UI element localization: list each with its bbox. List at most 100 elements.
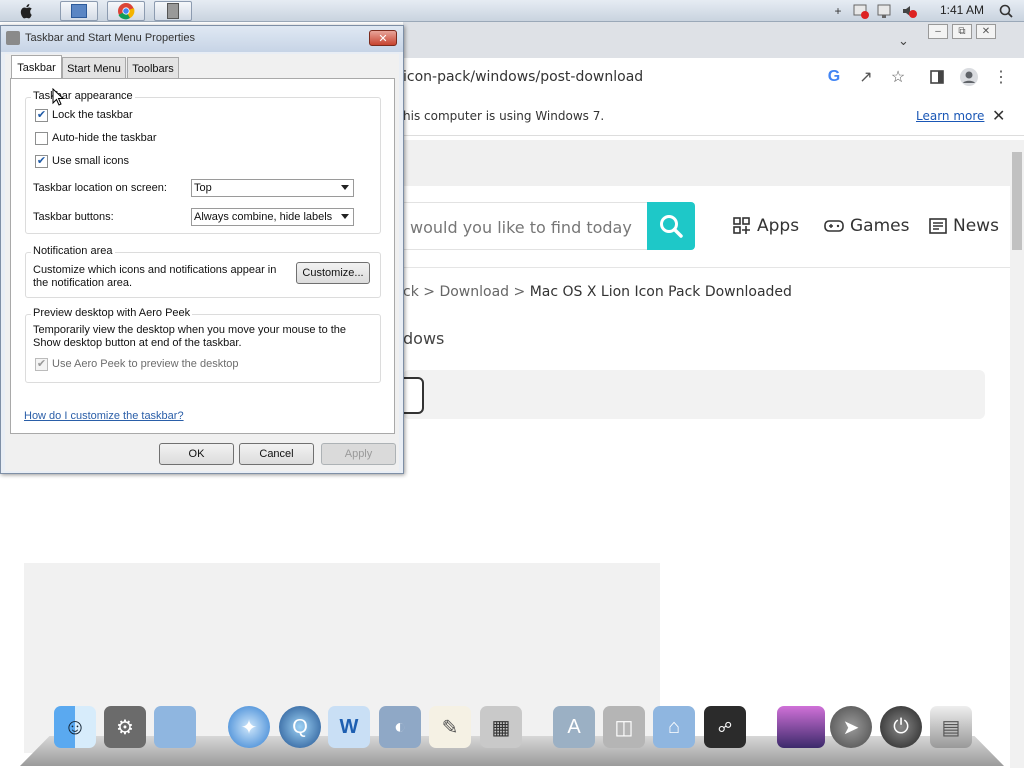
help-link[interactable]: How do I customize the taskbar? [24, 410, 184, 422]
autohide-taskbar-label[interactable]: Auto-hide the taskbar [52, 132, 157, 144]
breadcrumb-sep1: > [423, 284, 435, 300]
trash-icon[interactable]: ▤ [930, 706, 972, 748]
cancel-button[interactable]: Cancel [239, 443, 314, 465]
restore-button[interactable]: ⧉ [952, 24, 972, 39]
close-icon[interactable]: ✕ [992, 106, 1005, 126]
top-taskbar: + 1:41 AM [0, 0, 1024, 22]
close-window-button[interactable]: ✕ [976, 24, 996, 39]
textedit-icon[interactable]: ✎ [429, 706, 471, 748]
network-icon[interactable] [877, 3, 893, 19]
learn-more-link[interactable]: Learn more [916, 109, 984, 123]
profile-avatar-icon[interactable] [959, 67, 979, 87]
group-label: Notification area [31, 245, 115, 257]
group-label: Taskbar appearance [31, 90, 135, 102]
tab-start-menu[interactable]: Start Menu [62, 57, 126, 79]
small-icons-label[interactable]: Use small icons [52, 155, 129, 167]
minimize-button[interactable]: – [928, 24, 948, 39]
share-icon[interactable]: ↗ [856, 67, 876, 87]
breadcrumb: ck > Download > Mac OS X Lion Icon Pack … [403, 284, 792, 300]
mouse-cursor-icon [52, 88, 64, 106]
power-icon[interactable]: ⏻ [880, 706, 922, 748]
ok-button[interactable]: OK [159, 443, 234, 465]
site-search-placeholder: would you like to find today [410, 218, 632, 237]
buttons-select[interactable]: Always combine, hide labels [191, 208, 354, 226]
lock-taskbar-label[interactable]: Lock the taskbar [52, 109, 133, 121]
buttons-value: Always combine, hide labels [194, 211, 333, 223]
chevron-down-icon [341, 214, 349, 219]
autohide-taskbar-checkbox[interactable] [35, 132, 48, 145]
tab-taskbar[interactable]: Taskbar [11, 55, 62, 80]
gamepad-icon [824, 220, 844, 232]
nav-news[interactable]: News [929, 214, 999, 238]
window-controls: – ⧉ ✕ [928, 24, 996, 40]
apply-button[interactable]: Apply [321, 443, 396, 465]
page-subheading: dows [403, 329, 445, 348]
quicktime-icon[interactable]: Q [279, 706, 321, 748]
system-preferences-icon[interactable]: ⚙ [104, 706, 146, 748]
side-panel-icon[interactable] [927, 67, 947, 87]
google-lens-icon[interactable]: G [824, 67, 844, 87]
download-panel [403, 370, 985, 419]
small-icons-checkbox[interactable]: ✔ [35, 155, 48, 168]
url-text[interactable]: icon-pack/windows/post-download [403, 69, 643, 85]
apps-grid-icon [733, 217, 750, 234]
site-search-button[interactable] [647, 202, 695, 250]
network-blocked-icon[interactable] [853, 3, 869, 19]
nav-games[interactable]: Games [824, 214, 909, 238]
word-icon[interactable]: W [328, 706, 370, 748]
bookmark-star-icon[interactable]: ☆ [888, 67, 908, 87]
location-value: Top [194, 182, 212, 194]
chevron-down-icon [341, 185, 349, 190]
info-bar-text: his computer is using Windows 7. [403, 109, 605, 123]
photos-icon[interactable]: ◐ [379, 706, 421, 748]
dashboard-icon[interactable]: ☍ [704, 706, 746, 748]
desktop-icon[interactable] [777, 706, 825, 748]
breadcrumb-part1[interactable]: ck [403, 284, 419, 300]
add-icon[interactable]: + [830, 3, 846, 19]
location-select[interactable]: Top [191, 179, 354, 197]
page-top-strip [403, 140, 1010, 186]
safari-icon[interactable]: ✦ [228, 706, 270, 748]
calculator-icon[interactable]: ▦ [480, 706, 522, 748]
group-label: Preview desktop with Aero Peek [31, 307, 193, 319]
breadcrumb-current: Mac OS X Lion Icon Pack Downloaded [529, 284, 792, 300]
app-store-icon[interactable]: A [553, 706, 595, 748]
explorer-icon [71, 4, 87, 18]
launchpad-icon[interactable]: ➤ [830, 706, 872, 748]
aero-peek-label[interactable]: Use Aero Peek to preview the desktop [52, 358, 239, 370]
news-icon [929, 218, 947, 234]
close-icon: ✕ [378, 32, 388, 45]
customize-button[interactable]: Customize... [296, 262, 370, 284]
apple-menu-icon[interactable] [18, 2, 36, 20]
nav-apps[interactable]: Apps [733, 214, 799, 238]
aero-peek-checkbox[interactable]: ✔ [35, 358, 48, 371]
disk-utility-icon[interactable]: ◫ [603, 706, 645, 748]
explorer-taskbar-button[interactable] [60, 1, 98, 21]
search-icon [660, 215, 683, 238]
dialog-title: Taskbar and Start Menu Properties [25, 32, 195, 44]
tab-list-chevron-icon[interactable]: ⌄ [898, 33, 909, 49]
taskbar-properties-icon [167, 3, 179, 19]
system-clock[interactable]: 1:41 AM [940, 3, 984, 17]
aero-description: Temporarily view the desktop when you mo… [33, 324, 347, 349]
breadcrumb-sep2: > [513, 284, 526, 300]
nav-apps-label: Apps [757, 216, 800, 236]
finder-icon[interactable]: ☺ [54, 706, 96, 748]
taskbar-properties-taskbar-button[interactable] [154, 1, 192, 21]
taskbar-properties-icon [6, 31, 20, 45]
folder-icon[interactable] [154, 706, 196, 748]
scrollbar-thumb[interactable] [1012, 152, 1022, 250]
lock-taskbar-checkbox[interactable]: ✔ [35, 109, 48, 122]
menu-kebab-icon[interactable]: ⋮ [991, 67, 1011, 87]
search-icon[interactable] [998, 3, 1014, 19]
library-folder-icon[interactable]: ⌂ [653, 706, 695, 748]
dialog-close-button[interactable]: ✕ [369, 30, 397, 46]
nav-games-label: Games [850, 216, 910, 236]
notification-description: Customize which icons and notifications … [33, 264, 277, 289]
chrome-taskbar-button[interactable] [107, 1, 145, 21]
volume-muted-icon[interactable] [901, 3, 917, 19]
nav-news-label: News [953, 216, 999, 236]
buttons-label: Taskbar buttons: [33, 211, 114, 223]
breadcrumb-part2[interactable]: Download [439, 284, 509, 300]
tab-toolbars[interactable]: Toolbars [127, 57, 179, 79]
